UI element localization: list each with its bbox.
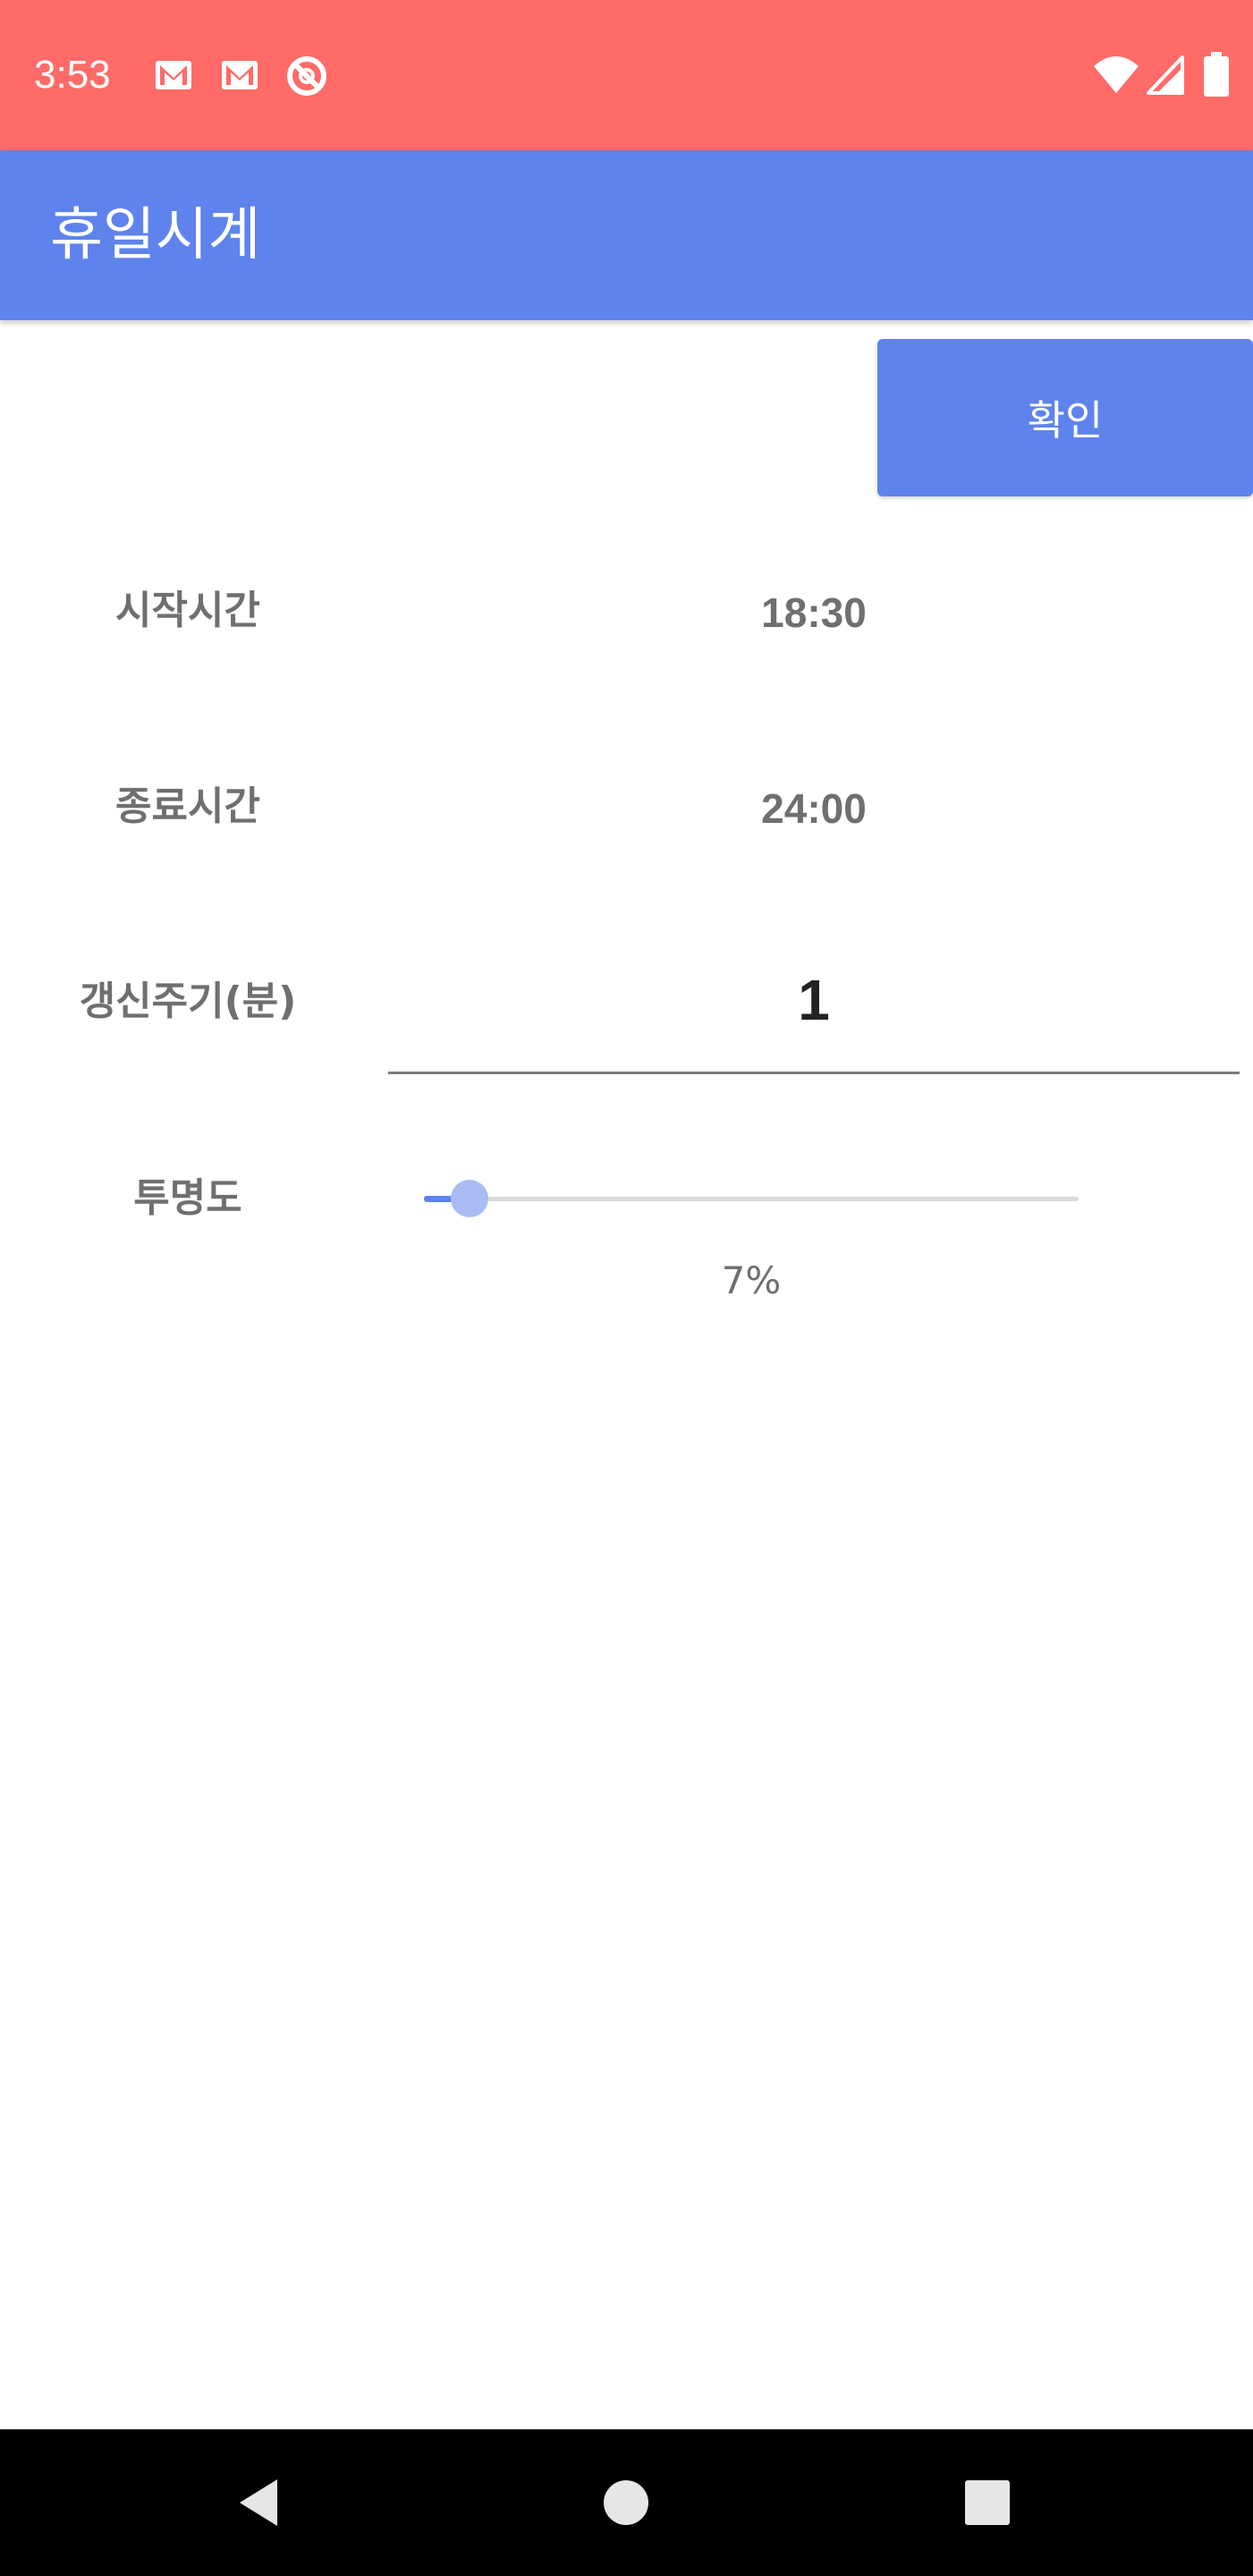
transparency-value: 7% (721, 1258, 782, 1302)
back-icon (240, 2479, 277, 2526)
refresh-interval-input[interactable]: 1 (388, 964, 1240, 1074)
refresh-interval-label: 갱신주기(분) (79, 979, 297, 1024)
start-time-value[interactable]: 18:30 (388, 586, 1240, 640)
slider-track (424, 1197, 1079, 1201)
recents-icon (965, 2480, 1010, 2525)
end-time-label: 종료시간 (115, 784, 260, 829)
recents-button[interactable] (943, 2458, 1032, 2547)
app-bar: 휴일시계 (0, 150, 1253, 320)
battery-icon (1204, 52, 1229, 97)
slider-thumb[interactable] (451, 1180, 489, 1217)
home-icon (604, 2480, 648, 2525)
transparency-slider[interactable] (424, 1163, 1079, 1234)
confirm-button[interactable]: 확인 (877, 339, 1253, 496)
status-time: 3:53 (34, 53, 111, 97)
app-title: 휴일시계 (50, 202, 261, 268)
wifi-icon (1094, 56, 1139, 93)
status-bar: 3:53 (0, 0, 1253, 150)
navigation-bar (0, 2429, 1253, 2576)
do-not-disturb-icon (287, 56, 326, 96)
refresh-interval-value: 1 (798, 968, 830, 1032)
end-time-value[interactable]: 24:00 (388, 782, 1240, 835)
app-screen: 3:53 휴일시계 확인 시작시간 18:30 종료시간 24:00 갱신주기(… (0, 0, 1253, 2576)
back-button[interactable] (216, 2458, 306, 2547)
home-button[interactable] (581, 2458, 671, 2547)
gmail-icon (156, 61, 191, 89)
gmail-icon (222, 61, 258, 89)
start-time-label: 시작시간 (115, 588, 260, 633)
transparency-label: 투명도 (133, 1175, 242, 1221)
cellular-signal-icon (1147, 55, 1184, 95)
